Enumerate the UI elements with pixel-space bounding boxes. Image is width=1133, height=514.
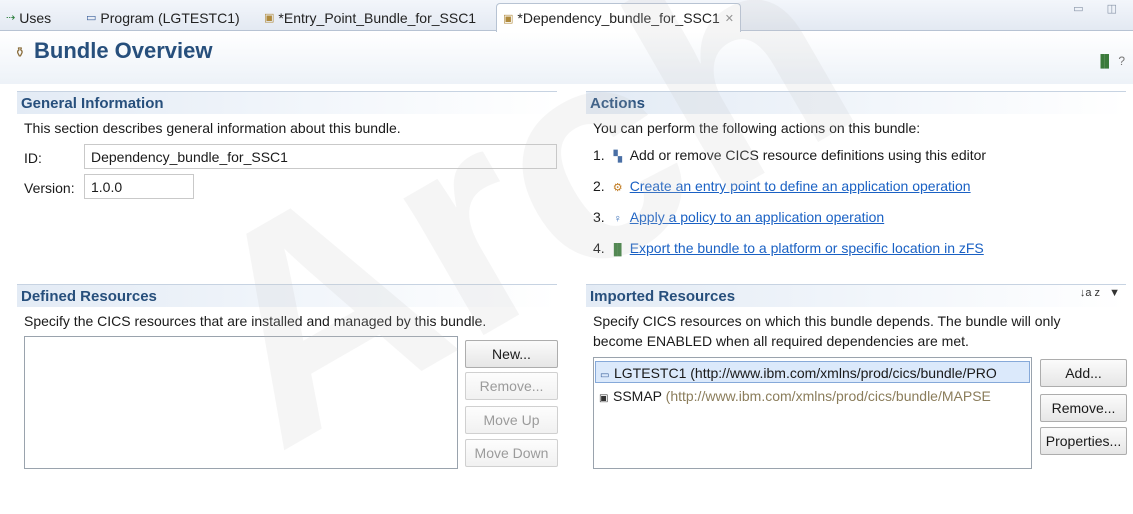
apply-policy-link[interactable]: Apply a policy to an application operati…: [630, 209, 885, 225]
tab-label: *Dependency_bundle_for_SSC1: [517, 10, 720, 26]
new-button[interactable]: New...: [465, 340, 558, 368]
tab-label: *Entry_Point_Bundle_for_SSC1: [278, 9, 477, 26]
resources-icon: ▚: [613, 151, 622, 163]
imported-resources-list[interactable]: ▭ LGTESTC1 (http://www.ibm.com/xmlns/prod…: [593, 357, 1032, 469]
create-entry-point-link[interactable]: Create an entry point to define an appli…: [630, 178, 971, 194]
view-menu-icon[interactable]: ▼: [1109, 287, 1120, 299]
help-icon[interactable]: ?: [1118, 54, 1125, 68]
tab-uses[interactable]: ⇢ Uses: [0, 4, 57, 31]
action-text: Add or remove CICS resource definitions …: [629, 147, 987, 163]
tab-program[interactable]: ▭ Program (LGTESTC1): [80, 4, 246, 31]
tab-dependency-bundle[interactable]: ▣ *Dependency_bundle_for_SSC1 ✕: [496, 3, 741, 32]
resource-name: SSMAP: [613, 388, 662, 404]
defined-resources-title[interactable]: Defined Resources: [17, 284, 557, 307]
imported-resources-title[interactable]: Imported Resources ↓a z ▼: [586, 284, 1126, 307]
editor-header: ⚱ Bundle Overview ▐▌?: [0, 32, 1133, 84]
resource-name: LGTESTC1: [614, 365, 687, 381]
editor-tab-bar: ⇢ Uses ▭ Program (LGTESTC1) ▣ *Entry_Poi…: [0, 0, 1133, 32]
general-description: This section describes general informati…: [24, 120, 401, 136]
general-information-title[interactable]: General Information: [17, 91, 557, 114]
list-item[interactable]: ▣ SSMAP (http://www.ibm.com/xmlns/prod/ci…: [595, 385, 1030, 407]
action-item-add-remove: 1. ▚ Add or remove CICS resource definitio…: [593, 147, 986, 163]
section-toolbar: ↓a z ▼: [1080, 287, 1120, 299]
imported-description-line2: become ENABLED when all required depende…: [593, 333, 969, 349]
uses-icon: ⇢: [6, 12, 16, 24]
action-item-entry-point: 2. ⚙ Create an entry point to define an ap…: [593, 178, 971, 194]
bundle-icon: ▣: [503, 12, 514, 25]
action-number: 1.: [593, 147, 605, 163]
bundle-overview-icon: ⚱: [14, 44, 26, 60]
action-item-policy: 3. ♀ Apply a policy to an application oper…: [593, 209, 884, 225]
entry-point-icon: ⚙: [612, 182, 623, 194]
policy-icon: ♀: [613, 213, 622, 225]
action-item-export: 4. ▐▌ Export the bundle to a platform or s…: [593, 240, 984, 256]
add-button[interactable]: Add...: [1040, 359, 1127, 387]
sort-icon[interactable]: ↓a z: [1080, 287, 1100, 299]
list-item[interactable]: ▭ LGTESTC1 (http://www.ibm.com/xmlns/prod…: [595, 361, 1030, 383]
resource-uri: (http://www.ibm.com/xmlns/prod/cics/bund…: [665, 388, 991, 404]
properties-button[interactable]: Properties...: [1040, 427, 1127, 455]
page-title: Bundle Overview: [34, 38, 213, 63]
close-icon[interactable]: ✕: [725, 12, 734, 25]
resource-uri: (http://www.ibm.com/xmlns/prod/cics/bund…: [690, 365, 997, 381]
actions-title[interactable]: Actions: [586, 91, 1126, 114]
tab-entry-point-bundle[interactable]: ▣ *Entry_Point_Bundle_for_SSC1: [258, 4, 482, 31]
id-label: ID:: [24, 150, 42, 166]
remove-import-button[interactable]: Remove...: [1040, 394, 1127, 422]
version-field[interactable]: [84, 174, 194, 199]
action-number: 3.: [593, 209, 605, 225]
version-label: Version:: [24, 180, 75, 196]
bundle-icon: ▣: [264, 12, 275, 24]
export-icon: ▐▌: [609, 244, 626, 256]
program-icon: ▭: [86, 12, 97, 24]
window-controls[interactable]: ▭ ◫: [1073, 2, 1127, 15]
export-icon[interactable]: ▐▌: [1096, 54, 1113, 68]
remove-button[interactable]: Remove...: [465, 372, 558, 400]
actions-description: You can perform the following actions on…: [593, 120, 921, 136]
imported-description-line1: Specify CICS resources on which this bun…: [593, 313, 1061, 329]
defined-resources-list[interactable]: [24, 336, 458, 469]
move-up-button[interactable]: Move Up: [465, 406, 558, 434]
header-toolbar: ▐▌?: [1096, 54, 1125, 68]
tab-label: Program (LGTESTC1): [100, 9, 240, 26]
action-number: 2.: [593, 178, 605, 194]
program-resource-icon: ▭: [600, 370, 610, 381]
action-number: 4.: [593, 240, 605, 256]
mapset-resource-icon: ▣: [599, 393, 609, 404]
defined-description: Specify the CICS resources that are inst…: [24, 313, 487, 329]
move-down-button[interactable]: Move Down: [465, 439, 558, 467]
tab-label: Uses: [19, 9, 52, 26]
imported-resources-label: Imported Resources: [590, 287, 736, 305]
export-bundle-link[interactable]: Export the bundle to a platform or speci…: [630, 240, 984, 256]
id-field[interactable]: [84, 144, 557, 169]
